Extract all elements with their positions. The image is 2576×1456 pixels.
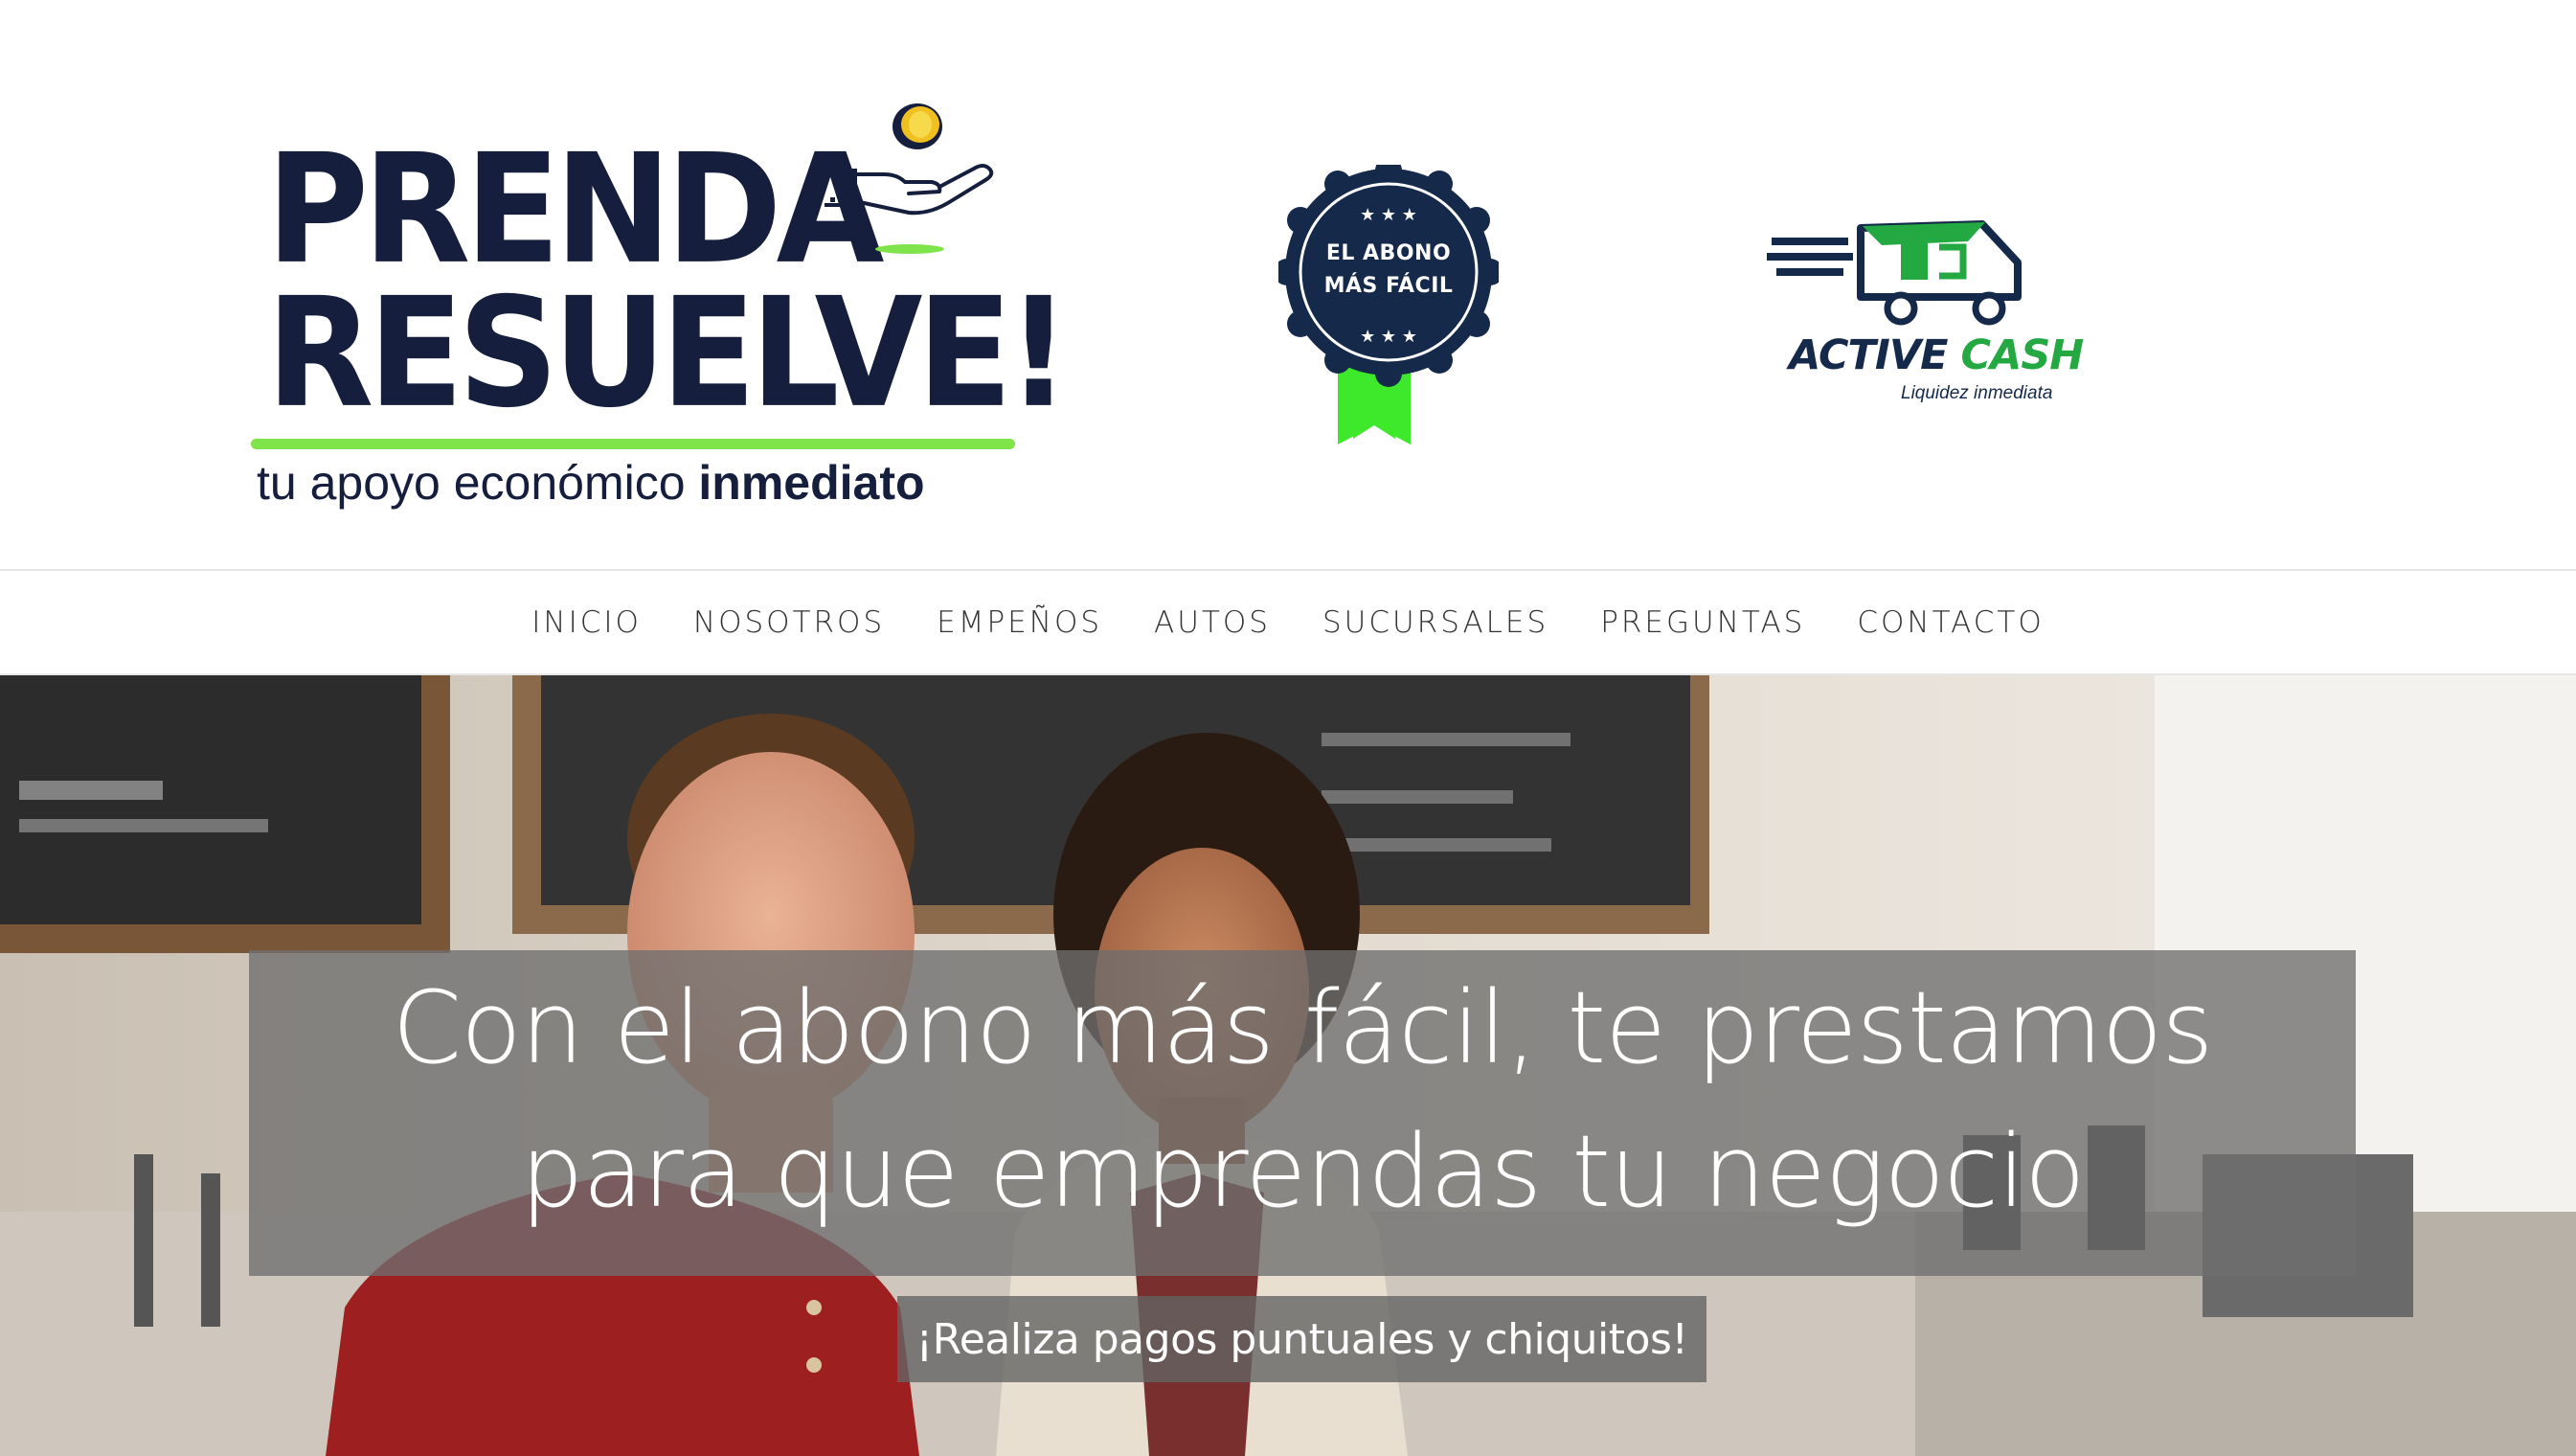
active-cash-name: ACTIVE CASH	[1789, 331, 2084, 379]
nav-item-nosotros[interactable]: NOSOTROS	[667, 605, 911, 640]
prenda-resuelve-logo[interactable]: PRENDA RESUELVE! tu apoyo económico inme…	[247, 96, 1071, 517]
svg-text:★ ★ ★: ★ ★ ★	[1360, 327, 1417, 347]
hero-banner: Con el abono más fácil, te prestamos par…	[0, 675, 2576, 1456]
active-cash-logo[interactable]: ACTIVE CASH Liquidez inmediata	[1767, 218, 2084, 410]
logo-line-2: RESUELVE!	[266, 265, 1071, 442]
badge-line-1: EL ABONO	[1325, 241, 1452, 265]
active-cash-subtitle: Liquidez inmediata	[1901, 383, 2053, 403]
el-abono-mas-facil-badge: ★ ★ ★ ★ ★ ★ EL ABONO MÁS FÁCIL	[1274, 157, 1503, 454]
logo-underline	[251, 439, 1015, 449]
logo-line-1: PRENDA	[266, 122, 885, 298]
site-header: PRENDA RESUELVE! tu apoyo económico inme…	[0, 0, 2576, 569]
nav-item-empenos[interactable]: EMPEÑOS	[911, 605, 1128, 640]
nav-item-sucursales[interactable]: SUCURSALES	[1297, 605, 1574, 640]
hero-cta-button[interactable]: ¡Realiza pagos puntuales y chiquitos!	[897, 1296, 1706, 1382]
nav-item-preguntas[interactable]: PREGUNTAS	[1574, 605, 1831, 640]
truck-icon	[1767, 220, 2022, 326]
hero-headline-line-2: para que emprendas tu negocio	[520, 1113, 2085, 1230]
hand-coin-icon	[825, 103, 994, 254]
nav-menu: INICIO NOSOTROS EMPEÑOS AUTOS SUCURSALES…	[0, 571, 2576, 673]
nav-item-autos[interactable]: AUTOS	[1128, 605, 1297, 640]
logo-tagline: tu apoyo económico inmediato	[257, 456, 925, 510]
svg-text:★ ★ ★: ★ ★ ★	[1360, 205, 1417, 225]
hero-cta-label: ¡Realiza pagos puntuales y chiquitos!	[915, 1315, 1688, 1364]
rosette-badge-icon: ★ ★ ★ ★ ★ ★	[1274, 157, 1503, 444]
hero-headline-line-1: Con el abono más fácil, te prestamos	[392, 969, 2214, 1086]
badge-line-2: MÁS FÁCIL	[1323, 274, 1454, 298]
hero-headline-box: Con el abono más fácil, te prestamos par…	[249, 950, 2356, 1276]
nav-item-inicio[interactable]: INICIO	[506, 605, 667, 640]
main-navigation: INICIO NOSOTROS EMPEÑOS AUTOS SUCURSALES…	[0, 569, 2576, 675]
nav-item-contacto[interactable]: CONTACTO	[1831, 605, 2069, 640]
